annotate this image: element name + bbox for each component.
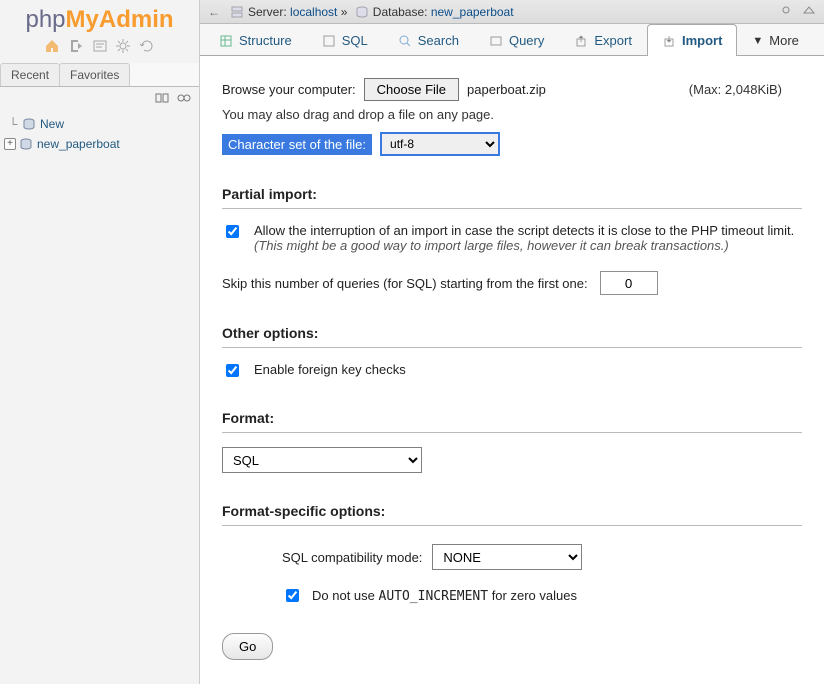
charset-select[interactable]: utf-8 bbox=[380, 132, 500, 156]
allow-interrupt-text: Allow the interruption of an import in c… bbox=[254, 223, 802, 253]
browse-label: Browse your computer: bbox=[222, 82, 356, 97]
main-area: ← Server: localhost » Database: new_pape… bbox=[200, 0, 824, 684]
compat-mode-label: SQL compatibility mode: bbox=[282, 550, 422, 565]
chosen-filename: paperboat.zip bbox=[467, 82, 546, 97]
import-icon bbox=[662, 34, 676, 48]
format-specific-heading: Format-specific options: bbox=[222, 503, 802, 526]
query-icon bbox=[489, 34, 503, 48]
collapse-all-icon[interactable] bbox=[155, 93, 169, 103]
tab-export[interactable]: Export bbox=[559, 24, 647, 56]
toggle-panel-icon[interactable] bbox=[802, 4, 816, 16]
tab-query[interactable]: Query bbox=[474, 24, 559, 56]
structure-icon bbox=[219, 34, 233, 48]
db-tree: └ New + new_paperboat bbox=[0, 112, 199, 156]
tree-line-icon: └ bbox=[4, 117, 22, 131]
breadcrumb-sep: » bbox=[341, 5, 348, 19]
skip-queries-input[interactable] bbox=[600, 271, 658, 295]
gear-icon[interactable] bbox=[115, 38, 131, 54]
tree-expand-icon[interactable]: + bbox=[4, 138, 16, 150]
home-icon[interactable] bbox=[44, 38, 60, 54]
db-link[interactable]: new_paperboat bbox=[431, 5, 514, 19]
foreign-keys-checkbox[interactable] bbox=[226, 364, 239, 377]
database-crumb-icon bbox=[355, 5, 369, 19]
breadcrumb-bar: ← Server: localhost » Database: new_pape… bbox=[200, 0, 824, 24]
allow-interrupt-checkbox[interactable] bbox=[226, 225, 239, 238]
partial-import-heading: Partial import: bbox=[222, 186, 802, 209]
tab-sql[interactable]: SQL bbox=[307, 24, 383, 56]
more-caret-icon: ▼ bbox=[752, 35, 763, 47]
tab-import[interactable]: Import bbox=[647, 24, 737, 56]
mini-tab-favorites[interactable]: Favorites bbox=[59, 63, 130, 86]
sql-tab-icon bbox=[322, 34, 336, 48]
logout-icon[interactable] bbox=[68, 38, 84, 54]
format-select[interactable]: SQL bbox=[222, 447, 422, 473]
new-db-icon bbox=[22, 117, 36, 131]
sidebar-mini-tabs: Recent Favorites bbox=[0, 63, 199, 87]
charset-label: Character set of the file: bbox=[222, 134, 372, 155]
main-tabs: Structure SQL Search Query Export Import bbox=[200, 24, 824, 56]
format-heading: Format: bbox=[222, 410, 802, 433]
tab-search[interactable]: Search bbox=[383, 24, 474, 56]
sql-icon[interactable] bbox=[92, 38, 108, 54]
auto-increment-checkbox[interactable] bbox=[286, 589, 299, 602]
sidebar: phpMyAdmin Recent Favorites └ New + bbox=[0, 0, 200, 684]
compat-mode-select[interactable]: NONE bbox=[432, 544, 582, 570]
tree-label-db: new_paperboat bbox=[37, 137, 120, 151]
back-icon[interactable]: ← bbox=[208, 5, 220, 19]
server-label: Server: bbox=[248, 5, 287, 19]
skip-queries-label: Skip this number of queries (for SQL) st… bbox=[222, 276, 588, 291]
settings-gear-icon[interactable] bbox=[779, 4, 793, 16]
refresh-icon[interactable] bbox=[139, 38, 155, 54]
search-icon bbox=[398, 34, 412, 48]
drag-drop-note: You may also drag and drop a file on any… bbox=[222, 107, 802, 122]
foreign-keys-label: Enable foreign key checks bbox=[254, 362, 406, 377]
tree-item-new[interactable]: └ New bbox=[4, 114, 195, 134]
export-icon bbox=[574, 34, 588, 48]
mini-tab-recent[interactable]: Recent bbox=[0, 63, 60, 86]
tab-more[interactable]: ▼ More bbox=[737, 24, 814, 56]
auto-increment-label: Do not use AUTO_INCREMENT for zero value… bbox=[312, 588, 577, 604]
logo-part-myadmin: MyAdmin bbox=[66, 6, 174, 33]
server-link[interactable]: localhost bbox=[290, 5, 337, 19]
tree-label-new: New bbox=[40, 117, 64, 131]
go-button[interactable]: Go bbox=[222, 633, 273, 660]
other-options-heading: Other options: bbox=[222, 325, 802, 348]
logo: phpMyAdmin bbox=[0, 0, 199, 34]
database-icon bbox=[19, 137, 33, 151]
server-icon bbox=[230, 5, 244, 19]
import-form: Browse your computer: Choose File paperb… bbox=[200, 56, 824, 684]
max-size-label: (Max: 2,048KiB) bbox=[689, 82, 802, 97]
sidebar-quick-icons bbox=[0, 34, 199, 63]
link-icon[interactable] bbox=[177, 93, 191, 103]
tree-item-db[interactable]: + new_paperboat bbox=[4, 134, 195, 154]
tab-structure[interactable]: Structure bbox=[204, 24, 307, 56]
db-label: Database: bbox=[373, 5, 428, 19]
logo-part-php: php bbox=[25, 6, 65, 33]
choose-file-button[interactable]: Choose File bbox=[364, 78, 459, 101]
